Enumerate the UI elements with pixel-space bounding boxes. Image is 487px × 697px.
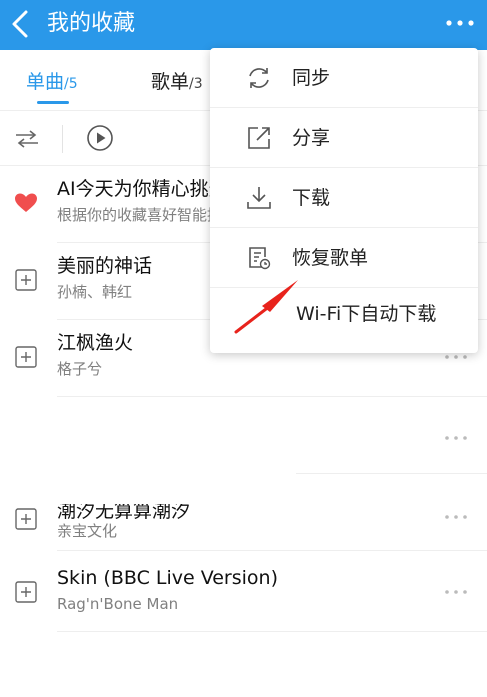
song-title: AI今天为你精心挑选 bbox=[57, 178, 228, 200]
tab-songs-count: /5 bbox=[64, 76, 78, 92]
song-title: 江枫渔火 bbox=[57, 332, 134, 354]
song-artist: 孙楠、韩红 bbox=[57, 283, 133, 301]
toolbar-divider bbox=[62, 125, 63, 153]
tab-songs-label: 单曲 bbox=[26, 71, 65, 93]
more-horizontal-icon[interactable] bbox=[444, 435, 468, 441]
menu-item-label: 同步 bbox=[292, 67, 331, 89]
add-icon[interactable] bbox=[14, 581, 38, 603]
share-icon bbox=[248, 127, 270, 149]
active-tab-indicator bbox=[37, 101, 69, 104]
row-divider bbox=[57, 550, 487, 551]
sync-icon bbox=[249, 68, 269, 88]
song-title: Skin (BBC Live Version) bbox=[57, 567, 278, 589]
more-horizontal-icon[interactable] bbox=[444, 589, 468, 595]
song-artist: 亲宝文化 bbox=[57, 522, 118, 540]
song-title: 美丽的神话 bbox=[57, 255, 153, 277]
menu-item-label: 下载 bbox=[292, 187, 331, 209]
top-bar: 我的收藏 bbox=[0, 0, 487, 50]
menu-item-download[interactable]: 下载 bbox=[210, 168, 478, 228]
add-icon[interactable] bbox=[14, 508, 38, 530]
add-icon[interactable] bbox=[14, 346, 38, 368]
chevron-left-icon[interactable] bbox=[8, 9, 34, 39]
menu-item-label: 分享 bbox=[292, 127, 331, 149]
download-icon bbox=[247, 187, 271, 209]
menu-item-label: Wi-Fi下自动下载 bbox=[296, 303, 437, 325]
more-horizontal-icon[interactable] bbox=[444, 514, 468, 520]
add-icon[interactable] bbox=[14, 269, 38, 291]
menu-item-label: 恢复歌单 bbox=[292, 247, 369, 269]
render-gap bbox=[0, 474, 240, 504]
tab-songs[interactable]: 单曲/5 bbox=[26, 70, 78, 96]
annotation-arrow-icon bbox=[234, 280, 298, 334]
song-artist: Rag'n'Bone Man bbox=[57, 595, 179, 613]
tab-playlists-label: 歌单 bbox=[151, 71, 190, 93]
tab-playlists-count: /3 bbox=[189, 76, 203, 92]
shuffle-icon[interactable] bbox=[14, 128, 40, 150]
more-horizontal-icon[interactable] bbox=[445, 18, 475, 28]
menu-item-sync[interactable]: 同步 bbox=[210, 48, 478, 108]
page-title: 我的收藏 bbox=[47, 11, 136, 36]
menu-item-share[interactable]: 分享 bbox=[210, 108, 478, 168]
tab-playlists[interactable]: 歌单/3 bbox=[151, 70, 203, 96]
song-artist: 格子兮 bbox=[57, 360, 103, 378]
play-circle-icon[interactable] bbox=[86, 124, 114, 152]
restore-playlist-icon bbox=[249, 247, 271, 270]
row-divider bbox=[57, 631, 487, 632]
heart-icon[interactable] bbox=[14, 192, 38, 214]
render-gap bbox=[0, 398, 296, 478]
more-horizontal-icon[interactable] bbox=[444, 354, 468, 360]
list-item[interactable]: Skin (BBC Live Version) Rag'n'Bone Man bbox=[0, 555, 487, 632]
